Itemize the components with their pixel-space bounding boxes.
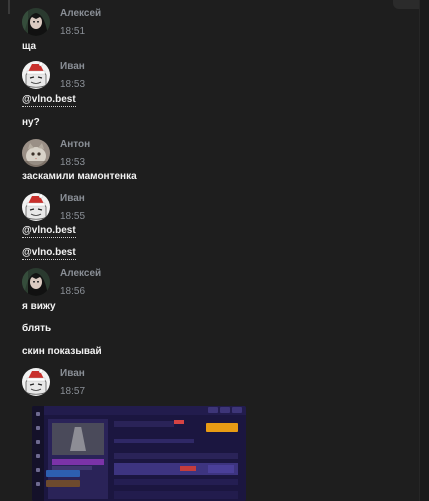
timestamp: 18:53 (60, 157, 86, 168)
author-name[interactable]: Иван (60, 368, 85, 380)
message-header: Алексей 18:56 (22, 268, 101, 298)
attachment-topbar (44, 406, 246, 415)
mention-link[interactable]: @vlno.best (22, 94, 76, 107)
avatar[interactable] (22, 368, 50, 396)
avatar[interactable] (22, 193, 50, 221)
message-text: блять (22, 323, 52, 334)
message-text: ну? (22, 117, 40, 128)
mention-text[interactable]: @vlno.best (22, 247, 76, 260)
chat-message-list: Алексей 18:51 ща Иван 18:53 @vlno.best н… (0, 0, 412, 501)
mention-text[interactable]: @vlno.best (22, 94, 76, 107)
avatar[interactable] (22, 268, 50, 296)
thread-line (8, 0, 10, 14)
timestamp: 18:55 (60, 211, 86, 222)
message-text: ща (22, 41, 37, 52)
attachment-blue-button (46, 470, 80, 477)
attachment-item-card (48, 419, 108, 499)
author-name[interactable]: Алексей (60, 268, 101, 280)
timestamp: 18:51 (60, 26, 86, 37)
attachment-main-panel (114, 419, 242, 499)
avatar[interactable] (22, 139, 50, 167)
message-header: Иван 18:57 (22, 368, 85, 398)
anime-girl-avatar-icon (22, 8, 50, 36)
message-header: Антон 18:53 (22, 139, 90, 169)
mention-text[interactable]: @vlno.best (22, 225, 76, 238)
santa-hat-avatar-icon (22, 61, 50, 89)
santa-hat-avatar-icon (22, 193, 50, 221)
mention-link[interactable]: @vlno.best (22, 225, 76, 238)
author-name[interactable]: Антон (60, 139, 90, 151)
timestamp: 18:57 (60, 386, 86, 397)
attachment-sidebar (32, 406, 44, 501)
author-name[interactable]: Иван (60, 61, 85, 73)
attachment-brown-button (46, 480, 80, 487)
message-header: Иван 18:55 (22, 193, 85, 223)
message-text: скин показывай (22, 346, 102, 357)
message-header: Иван 18:53 (22, 61, 85, 91)
attachment-orange-button (206, 423, 238, 432)
avatar[interactable] (22, 61, 50, 89)
message-text: заскамили мамонтенка (22, 171, 137, 182)
mention-link[interactable]: @vlno.best (22, 247, 76, 260)
anime-girl-avatar-icon (22, 268, 50, 296)
timestamp: 18:56 (60, 286, 86, 297)
avatar[interactable] (22, 8, 50, 36)
author-name[interactable]: Алексей (60, 8, 101, 20)
message-text: я вижу (22, 301, 56, 312)
image-attachment[interactable] (32, 406, 246, 501)
cat-photo-avatar-icon (22, 139, 50, 167)
scrollbar[interactable] (419, 0, 429, 501)
author-name[interactable]: Иван (60, 193, 85, 205)
timestamp: 18:53 (60, 79, 86, 90)
santa-hat-avatar-icon (22, 368, 50, 396)
message-header: Алексей 18:51 (22, 8, 101, 38)
